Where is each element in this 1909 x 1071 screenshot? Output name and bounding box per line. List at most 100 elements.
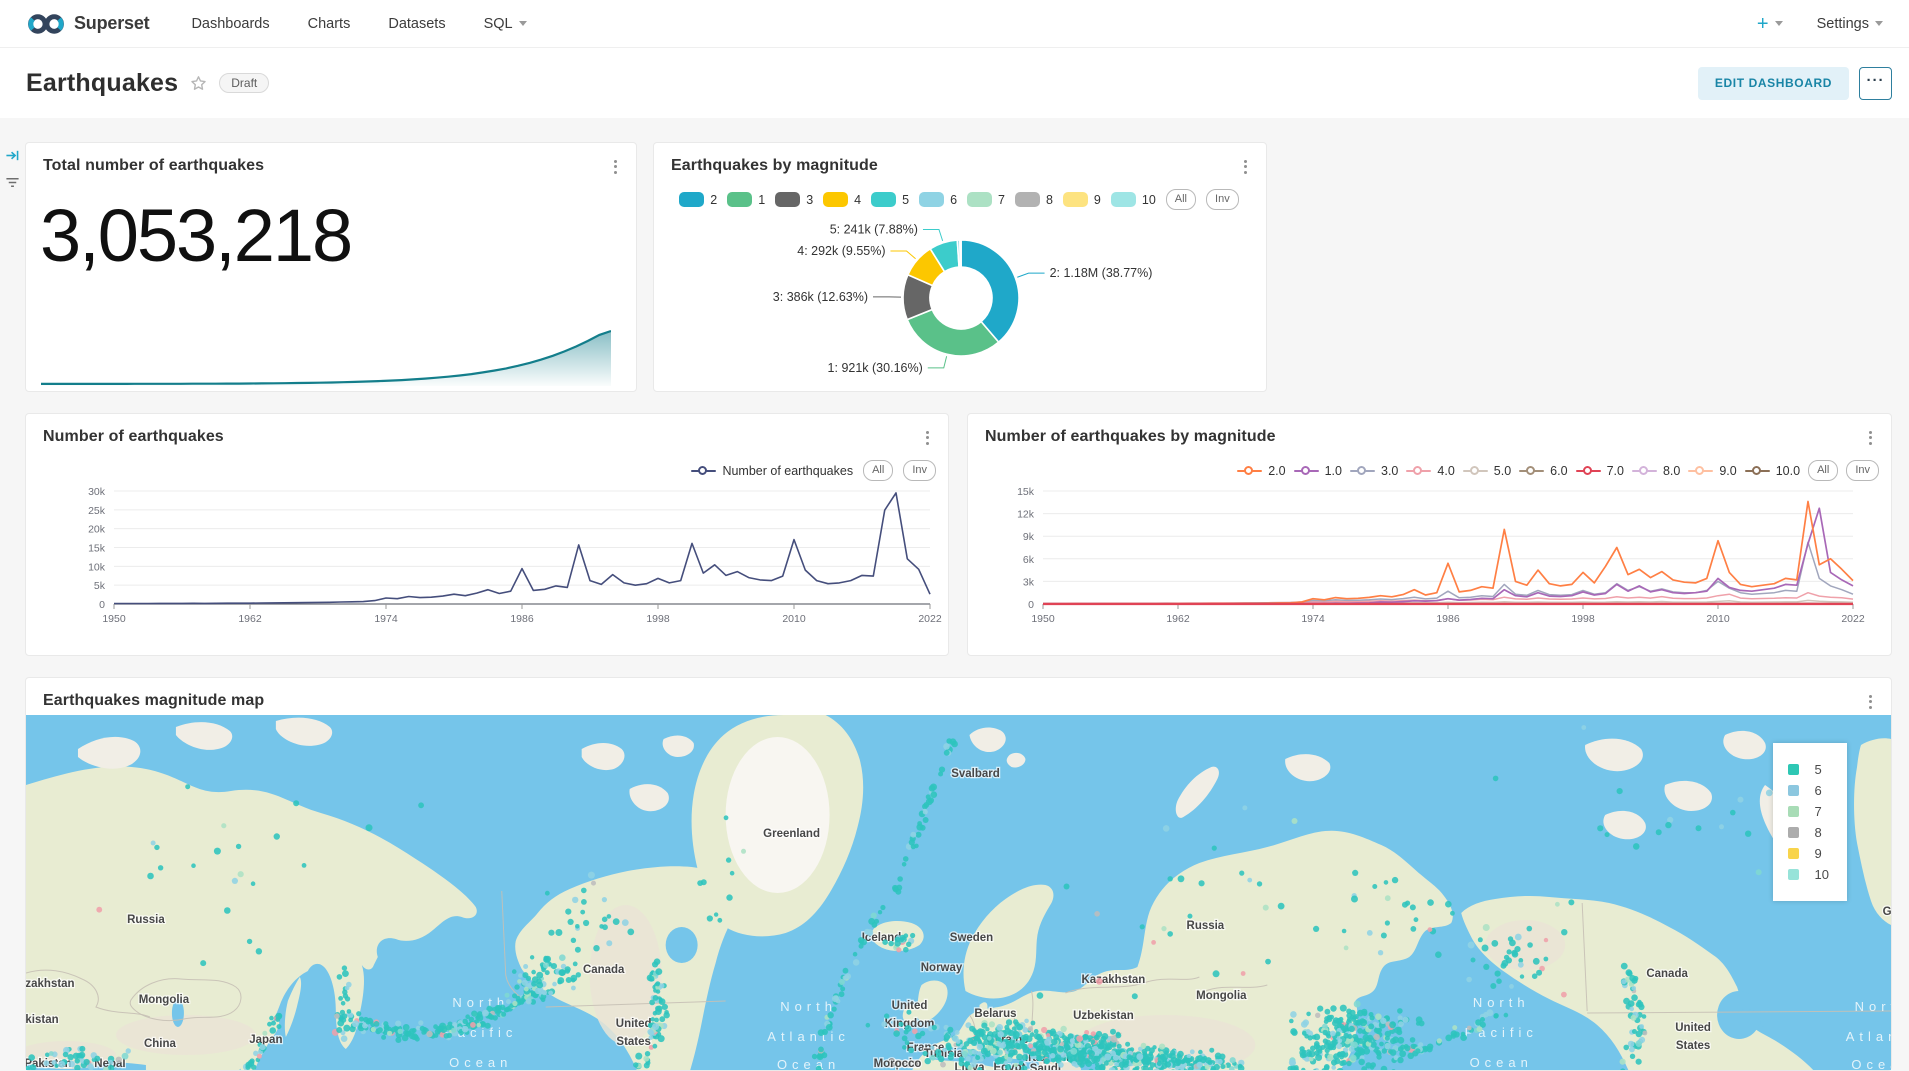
inv-pill[interactable]: Inv [1206,189,1239,210]
svg-text:1998: 1998 [646,613,670,625]
legend-item-9.0[interactable]: 9.0 [1688,464,1736,478]
donut-legend: 213456789 10 All Inv [664,189,1254,210]
filter-rail [0,118,24,1070]
map-label: Ocean [449,1055,512,1070]
map-label: Japan [249,1034,282,1046]
legend-item-10[interactable]: 10 [1111,192,1156,207]
legend-item-10.0[interactable]: 10.0 [1745,464,1800,478]
card-title: Total number of earthquakes [43,157,264,175]
legend-item-1.0[interactable]: 1.0 [1294,464,1342,478]
map-label: United [616,1018,652,1030]
card-earthquakes-by-magnitude: Earthquakes by magnitude 21345678910AllI… [653,142,1267,392]
legend-item-4[interactable]: 4 [823,192,861,207]
map-label: States [1676,1040,1710,1052]
legend-item-8[interactable]: 8 [1015,192,1053,207]
legend-item-1[interactable]: 1 [727,192,765,207]
map-label: Belarus [974,1008,1016,1020]
superset-logo-icon[interactable] [26,11,66,37]
legend-item-2[interactable]: 2 [679,192,717,207]
new-item-button[interactable]: + [1757,14,1783,34]
favorite-star-icon[interactable] [190,75,207,92]
map-label: Uzbekistan [1073,1010,1134,1022]
map-label: Mongolia [1196,990,1247,1002]
svg-text:1986: 1986 [1436,613,1460,625]
card-earthquakes-magnitude-map: Earthquakes magnitude map RussiaMongolia… [25,677,1892,1071]
map-label: kistan [26,1014,59,1026]
map-label: Greenland [763,828,820,840]
all-pill[interactable]: All [1166,189,1196,210]
map-legend-item-10: 10 [1788,867,1829,882]
map-label: China [144,1038,177,1050]
line-chart-canvas[interactable]: 05k10k15k20k25k30k1950196219741986199820… [26,414,950,657]
card-number-of-earthquakes: Number of earthquakes Number of earthqua… [25,413,949,656]
legend-item-3.0[interactable]: 3.0 [1350,464,1398,478]
more-options-button[interactable]: ··· [1859,67,1892,100]
big-number-value: 3,053,218 [40,193,351,278]
nav-item-datasets[interactable]: Datasets [388,16,445,32]
svg-text:15k: 15k [1017,486,1035,498]
donut-slice-2 [961,240,1019,342]
map-label: Greenland [1883,906,1891,918]
line-chart-legend: 2.0 1.0 3.0 4.0 5.0 6.0 7.0 8.0 9.0 10.0 All Inv [978,460,1879,481]
chevron-down-icon [1875,21,1883,26]
legend-item-7[interactable]: 7 [967,192,1005,207]
svg-text:15k: 15k [88,543,106,555]
map-label: North [1855,999,1891,1014]
legend-item-5.0[interactable]: 5.0 [1463,464,1511,478]
map-label: Canada [583,964,625,976]
nav-item-charts[interactable]: Charts [308,16,351,32]
svg-text:3k: 3k [1023,576,1035,588]
map-label: Svalbard [951,768,1000,780]
edit-dashboard-button[interactable]: EDIT DASHBOARD [1698,67,1849,100]
nav-item-dashboards[interactable]: Dashboards [191,16,269,32]
legend-item-9[interactable]: 9 [1063,192,1101,207]
inv-pill[interactable]: Inv [903,460,936,481]
svg-text:1974: 1974 [1301,613,1325,625]
world-map[interactable]: RussiaMongoliaChinaJapanzakhstankistanPa… [26,715,1891,1070]
settings-menu[interactable]: Settings [1817,16,1883,32]
legend-item-6.0[interactable]: 6.0 [1519,464,1567,478]
card-menu-kebab-icon[interactable] [1859,690,1881,714]
map-label: Canada [1646,968,1688,980]
inv-pill[interactable]: Inv [1846,460,1879,481]
legend-item-4.0[interactable]: 4.0 [1406,464,1454,478]
all-pill[interactable]: All [863,460,893,481]
svg-text:1986: 1986 [510,613,534,625]
legend-item-2.0[interactable]: 2.0 [1237,464,1285,478]
donut-slice-1 [907,310,998,356]
plus-icon: + [1757,14,1769,34]
map-label: Russia [1187,920,1225,932]
line-chart-canvas[interactable]: 03k6k9k12k15k195019621974198619982010202… [968,414,1893,657]
map-label: Ocean [1851,1057,1891,1070]
legend-item-5[interactable]: 5 [871,192,909,207]
svg-text:30k: 30k [88,486,106,498]
map-label: Ocean [1470,1055,1533,1070]
map-label: Saudi [1030,1063,1061,1070]
brand-name: Superset [74,13,149,34]
map-legend-item-7: 7 [1788,804,1829,819]
svg-text:20k: 20k [88,524,106,536]
map-label: Atlantic [767,1029,850,1044]
map-label: Kazakhstan [1082,974,1146,986]
legend-item-6[interactable]: 6 [919,192,957,207]
map-legend-item-6: 6 [1788,783,1829,798]
all-pill[interactable]: All [1808,460,1838,481]
svg-text:1962: 1962 [1166,613,1190,625]
donut-chart-canvas[interactable]: 2: 1.18M (38.77%)1: 921k (30.16%)3: 386k… [654,143,1268,393]
svg-text:0: 0 [1028,599,1034,611]
svg-text:9k: 9k [1023,531,1035,543]
svg-text:1950: 1950 [102,613,126,625]
card-menu-kebab-icon[interactable] [604,155,626,179]
nav-item-sql[interactable]: SQL [484,16,527,32]
card-total-earthquakes: Total number of earthquakes 3,053,218 [25,142,637,392]
legend-item-8.0[interactable]: 8.0 [1632,464,1680,478]
svg-text:2010: 2010 [1706,613,1730,625]
svg-text:1950: 1950 [1031,613,1055,625]
legend-item-7.0[interactable]: 7.0 [1576,464,1624,478]
expand-filter-bar-icon[interactable] [5,148,20,168]
legend-item-3[interactable]: 3 [775,192,813,207]
legend-item-number-of-earthquakes[interactable]: Number of earthquakes [691,464,853,478]
map-label: Ocean [777,1057,840,1070]
filter-icon[interactable] [5,175,20,195]
map-label: States [616,1036,650,1048]
